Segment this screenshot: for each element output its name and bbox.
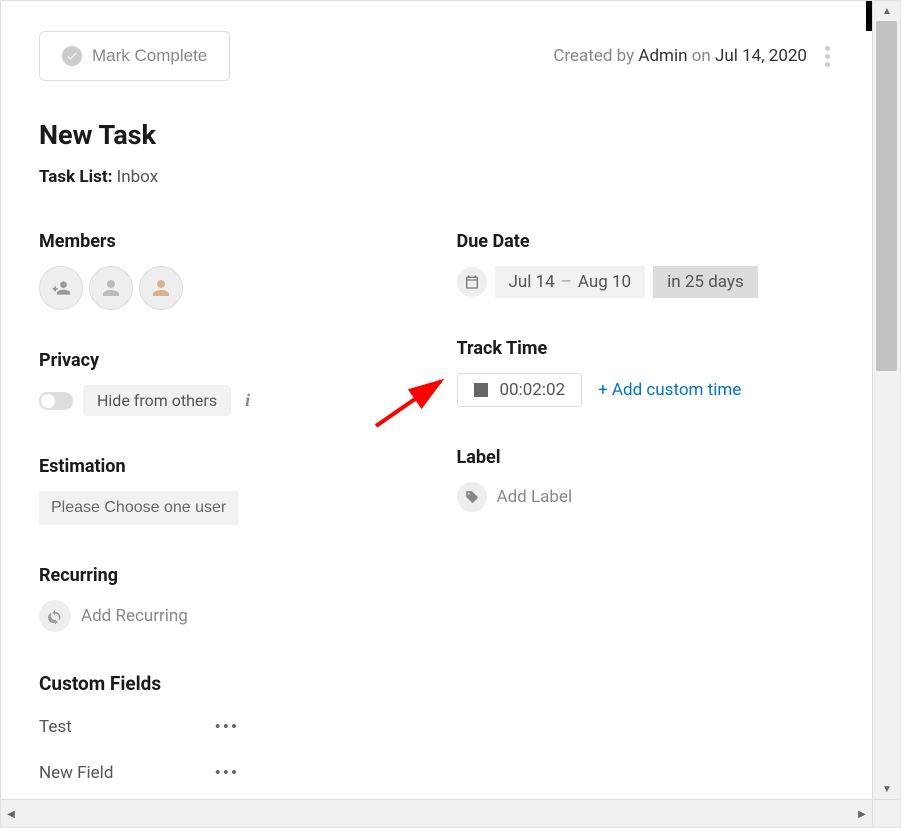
estimation-title: Estimation — [39, 456, 417, 477]
label-section: Label Add Label — [457, 447, 835, 512]
due-date-section: Due Date Jul 14 – Aug 10 in 25 days — [457, 231, 835, 298]
due-date-end: Aug 10 — [578, 272, 631, 292]
privacy-title: Privacy — [39, 350, 417, 371]
info-icon[interactable]: i — [241, 390, 254, 411]
horizontal-scrollbar[interactable]: ◀ ▶ — [1, 799, 872, 827]
add-custom-time[interactable]: + Add custom time — [598, 380, 741, 400]
custom-field-label: New Field — [39, 763, 113, 783]
custom-fields-section: Custom Fields Test ••• New Field ••• — [39, 672, 417, 783]
custom-fields-title: Custom Fields — [39, 672, 417, 695]
mark-complete-label: Mark Complete — [92, 46, 207, 66]
custom-field-row: New Field ••• — [39, 763, 239, 783]
task-header: Mark Complete Created by Admin on Jul 14… — [39, 31, 834, 81]
custom-field-row: Test ••• — [39, 717, 239, 737]
member-avatar[interactable] — [139, 266, 183, 310]
estimation-section: Estimation Please Choose one user — [39, 456, 417, 525]
created-meta: Created by Admin on Jul 14, 2020 — [553, 40, 834, 73]
label-title: Label — [457, 447, 835, 468]
task-list-label: Task List: — [39, 167, 112, 187]
vertical-scrollbar[interactable]: ▲ ▼ — [872, 1, 900, 799]
due-date-relative: in 25 days — [653, 266, 758, 298]
scroll-right-icon[interactable]: ▶ — [852, 800, 872, 828]
refresh-icon — [39, 600, 71, 632]
recurring-title: Recurring — [39, 565, 417, 586]
calendar-icon — [457, 267, 487, 297]
add-recurring-label: Add Recurring — [81, 606, 188, 626]
add-label[interactable]: Add Label — [457, 482, 835, 512]
due-date-start: Jul 14 — [509, 272, 555, 292]
due-date-title: Due Date — [457, 231, 835, 252]
more-menu[interactable] — [821, 40, 834, 73]
task-list-row: Task List: Inbox — [39, 167, 834, 187]
scroll-thumb[interactable] — [876, 21, 897, 371]
track-time-box[interactable]: 00:02:02 — [457, 373, 583, 407]
scroll-corner — [872, 799, 900, 827]
scroll-up-icon[interactable]: ▲ — [873, 1, 901, 21]
privacy-toggle[interactable] — [39, 392, 73, 410]
privacy-section: Privacy Hide from others i — [39, 350, 417, 416]
task-list-value[interactable]: Inbox — [117, 167, 159, 187]
tag-icon — [457, 482, 487, 512]
task-title[interactable]: New Task — [39, 119, 834, 151]
date-dash: – — [561, 272, 572, 292]
stop-icon — [474, 383, 488, 397]
created-on-word: on — [692, 46, 711, 66]
mark-complete-button[interactable]: Mark Complete — [39, 31, 230, 81]
created-prefix: Created by — [553, 46, 634, 66]
track-time-value: 00:02:02 — [500, 380, 566, 400]
created-by: Admin — [638, 46, 687, 66]
estimation-button[interactable]: Please Choose one user — [39, 491, 238, 525]
custom-field-label: Test — [39, 717, 72, 737]
track-time-section: Track Time 00:02:02 + Add custom time — [457, 338, 835, 407]
member-avatar[interactable] — [89, 266, 133, 310]
track-time-title: Track Time — [457, 338, 835, 359]
check-circle-icon — [62, 46, 82, 66]
scroll-down-icon[interactable]: ▼ — [873, 779, 901, 799]
privacy-label: Hide from others — [83, 385, 231, 416]
members-section: Members — [39, 231, 417, 310]
add-label-text: Add Label — [497, 487, 573, 507]
add-member-button[interactable] — [39, 266, 83, 310]
members-title: Members — [39, 231, 417, 252]
scroll-left-icon[interactable]: ◀ — [1, 800, 21, 828]
custom-field-menu[interactable]: ••• — [215, 763, 239, 783]
recurring-section: Recurring Add Recurring — [39, 565, 417, 632]
custom-field-menu[interactable]: ••• — [215, 717, 239, 737]
add-recurring[interactable]: Add Recurring — [39, 600, 417, 632]
due-date-range[interactable]: Jul 14 – Aug 10 — [495, 266, 646, 298]
created-date: Jul 14, 2020 — [715, 46, 807, 66]
